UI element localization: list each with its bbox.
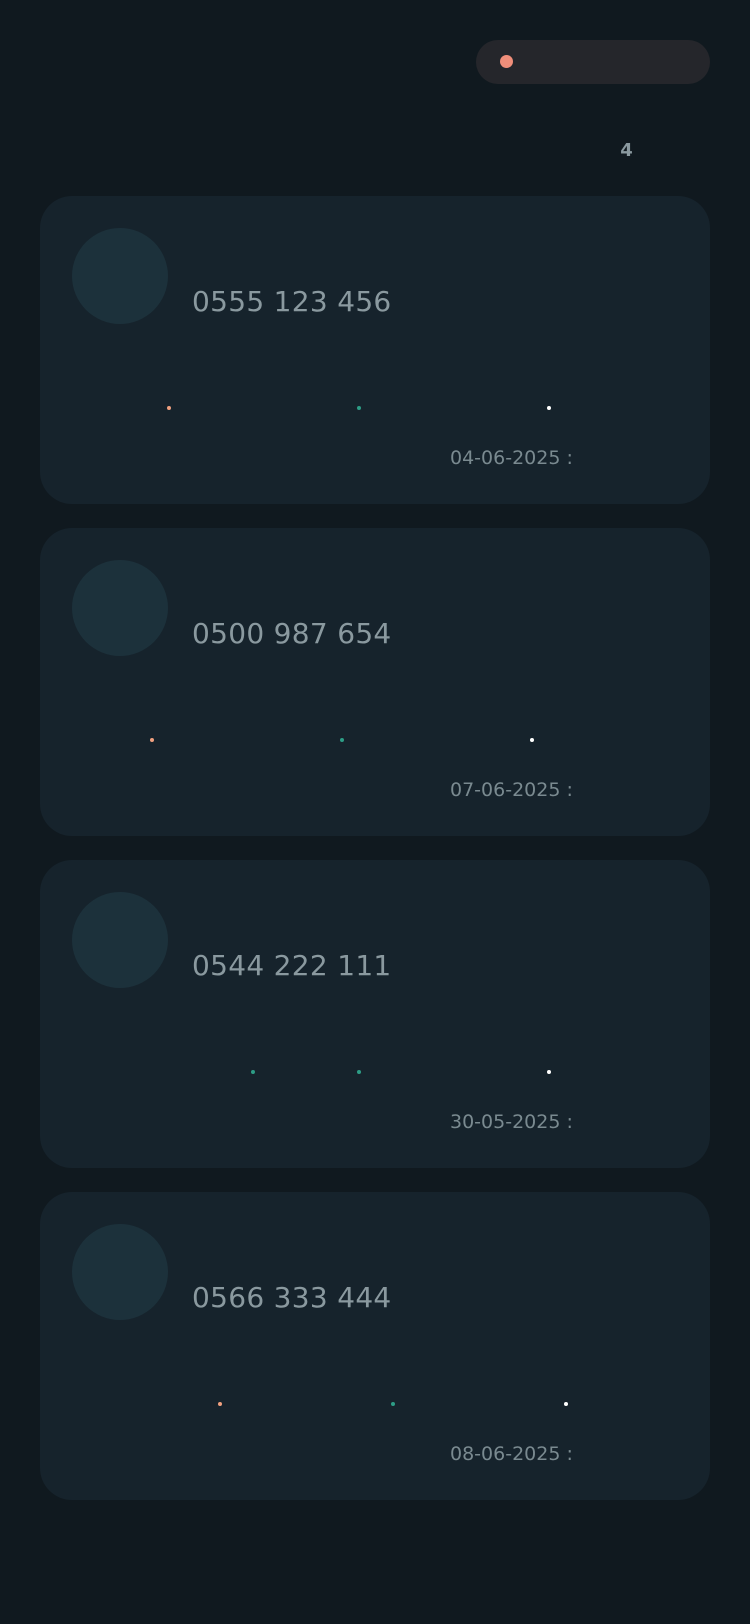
phone-number: 0544 222 111 <box>192 949 392 982</box>
item-count: 4 <box>620 140 633 161</box>
green-dot-icon <box>357 406 361 410</box>
avatar <box>72 228 168 324</box>
orange-dot-icon <box>150 738 154 742</box>
avatar <box>72 1224 168 1320</box>
phone-number: 0500 987 654 <box>192 617 392 650</box>
green-dot-icon <box>251 1070 255 1074</box>
status-dot-icon <box>500 55 513 68</box>
white-dot-icon <box>564 1402 568 1406</box>
contact-card[interactable]: 0555 123 456 04-06-2025 : <box>40 196 710 504</box>
white-dot-icon <box>547 1070 551 1074</box>
white-dot-icon <box>547 406 551 410</box>
avatar <box>72 892 168 988</box>
contact-card[interactable]: 0566 333 444 08-06-2025 : <box>40 1192 710 1500</box>
orange-dot-icon <box>167 406 171 410</box>
green-dot-icon <box>340 738 344 742</box>
card-date: 30-05-2025 : <box>450 1111 573 1133</box>
phone-number: 0555 123 456 <box>192 285 392 318</box>
contact-card[interactable]: 0500 987 654 07-06-2025 : <box>40 528 710 836</box>
card-date: 04-06-2025 : <box>450 447 573 469</box>
white-dot-icon <box>530 738 534 742</box>
green-dot-icon <box>391 1402 395 1406</box>
green-dot-icon <box>357 1070 361 1074</box>
contact-card[interactable]: 0544 222 111 30-05-2025 : <box>40 860 710 1168</box>
orange-dot-icon <box>218 1402 222 1406</box>
card-date: 08-06-2025 : <box>450 1443 573 1465</box>
contact-list: 0555 123 456 04-06-2025 : 0500 987 654 0… <box>40 196 710 1524</box>
phone-number: 0566 333 444 <box>192 1281 392 1314</box>
avatar <box>72 560 168 656</box>
card-date: 07-06-2025 : <box>450 779 573 801</box>
status-pill[interactable] <box>476 40 710 84</box>
